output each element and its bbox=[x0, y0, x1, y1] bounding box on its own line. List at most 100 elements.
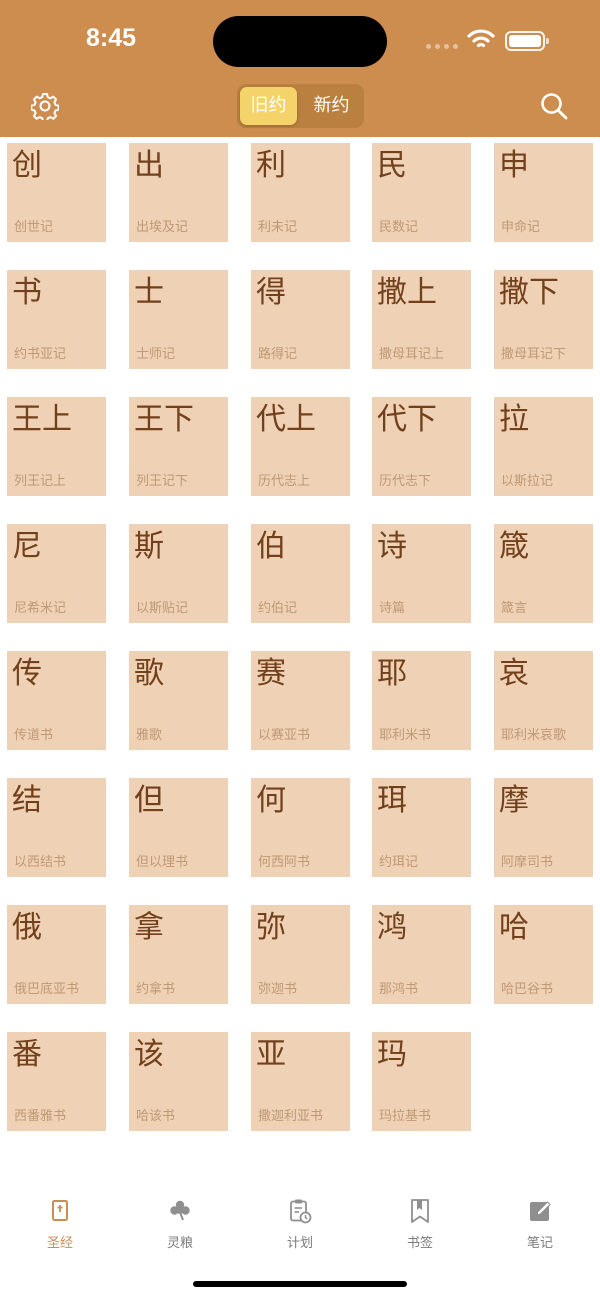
book-tile[interactable]: 斯以斯贴记 bbox=[129, 524, 228, 623]
book-tile[interactable]: 王下 列王记下 bbox=[129, 397, 228, 496]
book-abbreviation: 俄 bbox=[12, 910, 42, 945]
book-abbreviation: 拉 bbox=[499, 402, 529, 437]
book-abbreviation: 但 bbox=[134, 783, 164, 818]
tab-bookmarks-label: 书签 bbox=[406, 1236, 433, 1251]
book-tile[interactable]: 何何西阿书 bbox=[251, 778, 350, 877]
book-name: 俄巴底亚书 bbox=[14, 982, 80, 997]
book-name: 士师记 bbox=[136, 347, 176, 362]
book-tile[interactable]: 士士师记 bbox=[129, 270, 228, 369]
book-name: 利未记 bbox=[258, 220, 298, 235]
book-tile[interactable]: 尼尼希米记 bbox=[7, 524, 106, 623]
tab-plan[interactable]: 计划 bbox=[240, 1185, 360, 1255]
book-tile[interactable]: 该哈该书 bbox=[129, 1032, 228, 1131]
book-abbreviation: 尼 bbox=[12, 529, 42, 564]
book-tile[interactable]: 弥弥迦书 bbox=[251, 905, 350, 1004]
book-abbreviation: 撒上 bbox=[377, 275, 437, 310]
search-icon[interactable] bbox=[539, 91, 569, 121]
book-abbreviation: 士 bbox=[134, 275, 164, 310]
book-abbreviation: 代下 bbox=[377, 402, 437, 437]
book-abbreviation: 鸿 bbox=[377, 910, 407, 945]
book-tile[interactable]: 哀耶利米哀歌 bbox=[494, 651, 593, 750]
book-tile[interactable]: 撒下 撒母耳记下 bbox=[494, 270, 593, 369]
segment-new-testament[interactable]: 新约 bbox=[303, 87, 360, 125]
book-tile[interactable]: 歌雅歌 bbox=[129, 651, 228, 750]
book-tile[interactable]: 代下 历代志下 bbox=[372, 397, 471, 496]
book-abbreviation: 箴 bbox=[499, 529, 529, 564]
book-name: 耶利米书 bbox=[379, 728, 432, 743]
book-tile[interactable]: 箴箴言 bbox=[494, 524, 593, 623]
book-name: 列王记上 bbox=[14, 474, 67, 489]
book-abbreviation: 利 bbox=[256, 148, 286, 183]
book-name: 以斯贴记 bbox=[136, 601, 189, 616]
status-time: 8:45 bbox=[86, 24, 137, 52]
tab-bookmarks[interactable]: 书签 bbox=[360, 1185, 480, 1255]
book-name: 列王记下 bbox=[136, 474, 189, 489]
book-tile[interactable]: 诗诗篇 bbox=[372, 524, 471, 623]
book-abbreviation: 哈 bbox=[499, 910, 529, 945]
testament-segmented-control: 旧约 新约 bbox=[237, 84, 364, 128]
book-tile[interactable]: 伯约伯记 bbox=[251, 524, 350, 623]
book-abbreviation: 歌 bbox=[134, 656, 164, 691]
book-tile[interactable]: 代上 历代志上 bbox=[251, 397, 350, 496]
book-tile[interactable]: 摩阿摩司书 bbox=[494, 778, 593, 877]
book-name: 以斯拉记 bbox=[501, 474, 554, 489]
book-tile[interactable]: 珥约珥记 bbox=[372, 778, 471, 877]
header-bar: 8:45 旧约 新约 bbox=[0, 0, 600, 137]
book-tile[interactable]: 传传道书 bbox=[7, 651, 106, 750]
book-tile[interactable]: 创创世记 bbox=[7, 143, 106, 242]
tab-notes-label: 笔记 bbox=[526, 1236, 553, 1251]
book-tile[interactable]: 鸿那鸿书 bbox=[372, 905, 471, 1004]
book-name: 路得记 bbox=[258, 347, 298, 362]
tab-notes[interactable]: 笔记 bbox=[480, 1185, 600, 1255]
tab-bible[interactable]: 圣经 bbox=[0, 1185, 120, 1255]
book-name: 民数记 bbox=[379, 220, 419, 235]
note-pencil-icon bbox=[530, 1201, 551, 1221]
book-name: 玛拉基书 bbox=[379, 1109, 432, 1124]
book-name: 约伯记 bbox=[258, 601, 298, 616]
book-abbreviation: 伯 bbox=[256, 529, 286, 564]
book-tile[interactable]: 番西番雅书 bbox=[7, 1032, 106, 1131]
book-name: 尼希米记 bbox=[14, 601, 67, 616]
book-name: 何西阿书 bbox=[258, 855, 311, 870]
segment-old-testament[interactable]: 旧约 bbox=[240, 87, 297, 125]
book-name: 传道书 bbox=[14, 728, 54, 743]
book-abbreviation: 传 bbox=[12, 656, 42, 691]
book-tile[interactable]: 拿约拿书 bbox=[129, 905, 228, 1004]
book-name: 哈该书 bbox=[136, 1109, 176, 1124]
book-tile[interactable]: 撒上 撒母耳记上 bbox=[372, 270, 471, 369]
book-tile[interactable]: 出出埃及记 bbox=[129, 143, 228, 242]
book-tile[interactable]: 结以西结书 bbox=[7, 778, 106, 877]
book-tile[interactable]: 哈哈巴谷书 bbox=[494, 905, 593, 1004]
book-tile[interactable]: 但但以理书 bbox=[129, 778, 228, 877]
book-name: 约珥记 bbox=[379, 855, 419, 870]
book-name: 阿摩司书 bbox=[501, 855, 554, 870]
book-tile[interactable]: 拉以斯拉记 bbox=[494, 397, 593, 496]
book-abbreviation: 摩 bbox=[499, 783, 529, 818]
book-name: 撒母耳记下 bbox=[501, 347, 567, 362]
book-tile[interactable]: 亚撒迦利亚书 bbox=[251, 1032, 350, 1131]
book-abbreviation: 诗 bbox=[377, 529, 407, 564]
book-name: 以西结书 bbox=[14, 855, 67, 870]
book-abbreviation: 赛 bbox=[256, 656, 286, 691]
tab-devotional[interactable]: 灵粮 bbox=[120, 1185, 240, 1255]
book-tile[interactable]: 得路得记 bbox=[251, 270, 350, 369]
home-indicator bbox=[193, 1281, 407, 1287]
book-name: 哈巴谷书 bbox=[501, 982, 554, 997]
book-tile[interactable]: 利利未记 bbox=[251, 143, 350, 242]
book-tile[interactable]: 玛玛拉基书 bbox=[372, 1032, 471, 1131]
gear-icon[interactable] bbox=[31, 92, 59, 120]
book-tile[interactable]: 申申命记 bbox=[494, 143, 593, 242]
book-tile[interactable]: 赛以赛亚书 bbox=[251, 651, 350, 750]
book-tile[interactable]: 王上 列王记上 bbox=[7, 397, 106, 496]
book-name: 约拿书 bbox=[136, 982, 176, 997]
book-abbreviation: 何 bbox=[256, 783, 286, 818]
book-tile[interactable]: 耶耶利米书 bbox=[372, 651, 471, 750]
book-tile[interactable]: 俄俄巴底亚书 bbox=[7, 905, 106, 1004]
book-name: 弥迦书 bbox=[258, 982, 298, 997]
book-name: 约书亚记 bbox=[14, 347, 67, 362]
book-name: 撒母耳记上 bbox=[379, 347, 445, 362]
book-abbreviation: 得 bbox=[256, 275, 286, 310]
book-tile[interactable]: 民民数记 bbox=[372, 143, 471, 242]
book-tile[interactable]: 书约书亚记 bbox=[7, 270, 106, 369]
book-abbreviation: 珥 bbox=[377, 783, 407, 818]
